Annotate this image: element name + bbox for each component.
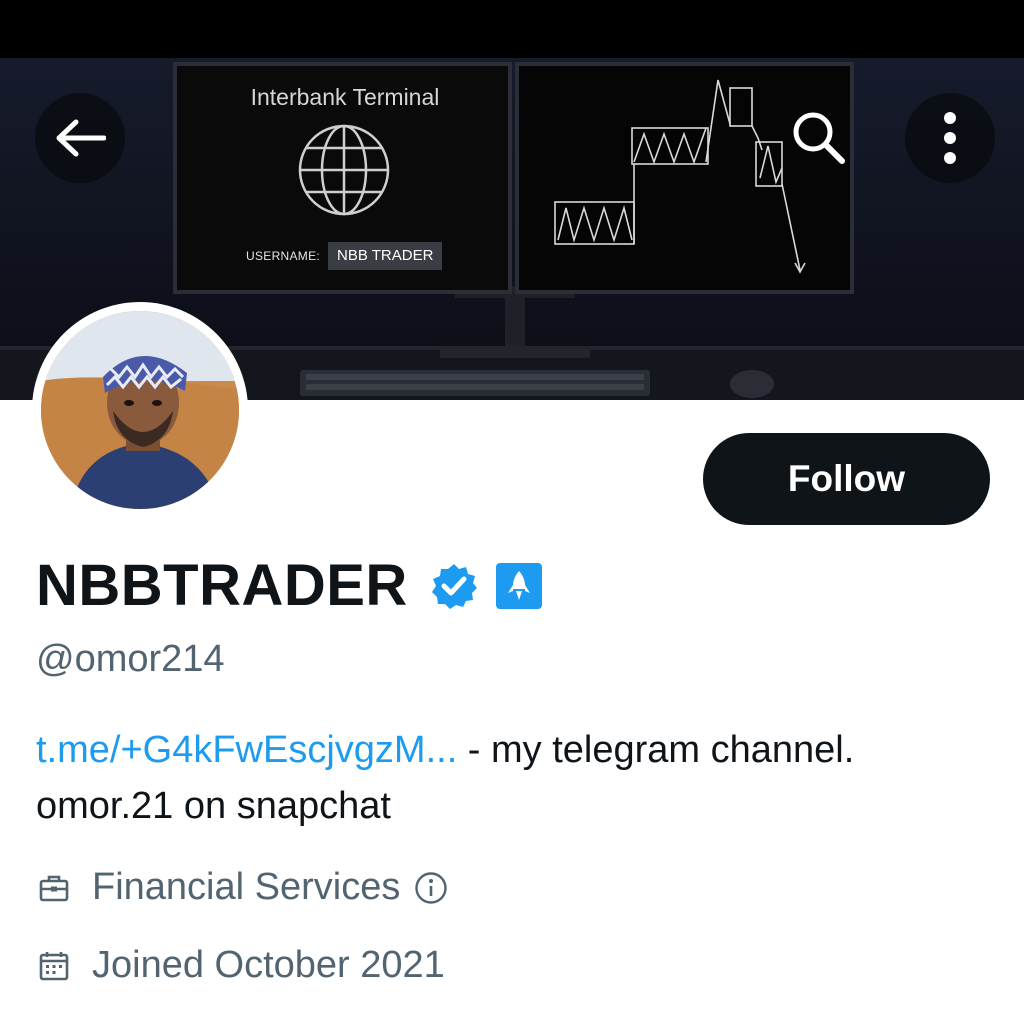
arrow-left-icon bbox=[56, 119, 106, 157]
bio-text-line2: omor.21 on snapchat bbox=[36, 785, 391, 827]
search-icon bbox=[793, 112, 845, 164]
status-bar bbox=[0, 0, 1024, 58]
joined-row: Joined October 2021 bbox=[38, 944, 445, 987]
category-label: Financial Services bbox=[92, 866, 401, 908]
joined-date: Joined October 2021 bbox=[92, 944, 445, 986]
info-icon[interactable] bbox=[414, 871, 448, 905]
back-button[interactable] bbox=[35, 93, 125, 183]
avatar[interactable] bbox=[32, 302, 248, 518]
search-button[interactable] bbox=[773, 92, 863, 182]
bio-text-line1: - my telegram channel. bbox=[457, 729, 855, 771]
more-button[interactable] bbox=[905, 93, 995, 183]
verified-badge-icon[interactable] bbox=[430, 562, 478, 610]
avatar-image bbox=[41, 311, 239, 509]
banner-username-label: USERNAME: bbox=[246, 249, 321, 263]
name-row: NBBTRADER bbox=[36, 552, 542, 619]
briefcase-icon bbox=[39, 875, 69, 901]
banner-username-value: NBB TRADER bbox=[328, 242, 443, 270]
follow-button[interactable]: Follow bbox=[703, 433, 990, 525]
user-handle: @omor214 bbox=[36, 638, 225, 680]
profile-bio: t.me/+G4kFwEscjvgzM... - my telegram cha… bbox=[36, 722, 996, 834]
display-name: NBBTRADER bbox=[36, 553, 408, 618]
calendar-icon bbox=[39, 951, 69, 980]
telegram-link[interactable]: t.me/+G4kFwEscjvgzM... bbox=[36, 729, 457, 771]
banner-title: Interbank Terminal bbox=[250, 84, 440, 110]
category-row: Financial Services bbox=[38, 866, 448, 909]
rocket-badge-icon[interactable] bbox=[495, 562, 542, 609]
more-vertical-icon bbox=[944, 112, 956, 164]
